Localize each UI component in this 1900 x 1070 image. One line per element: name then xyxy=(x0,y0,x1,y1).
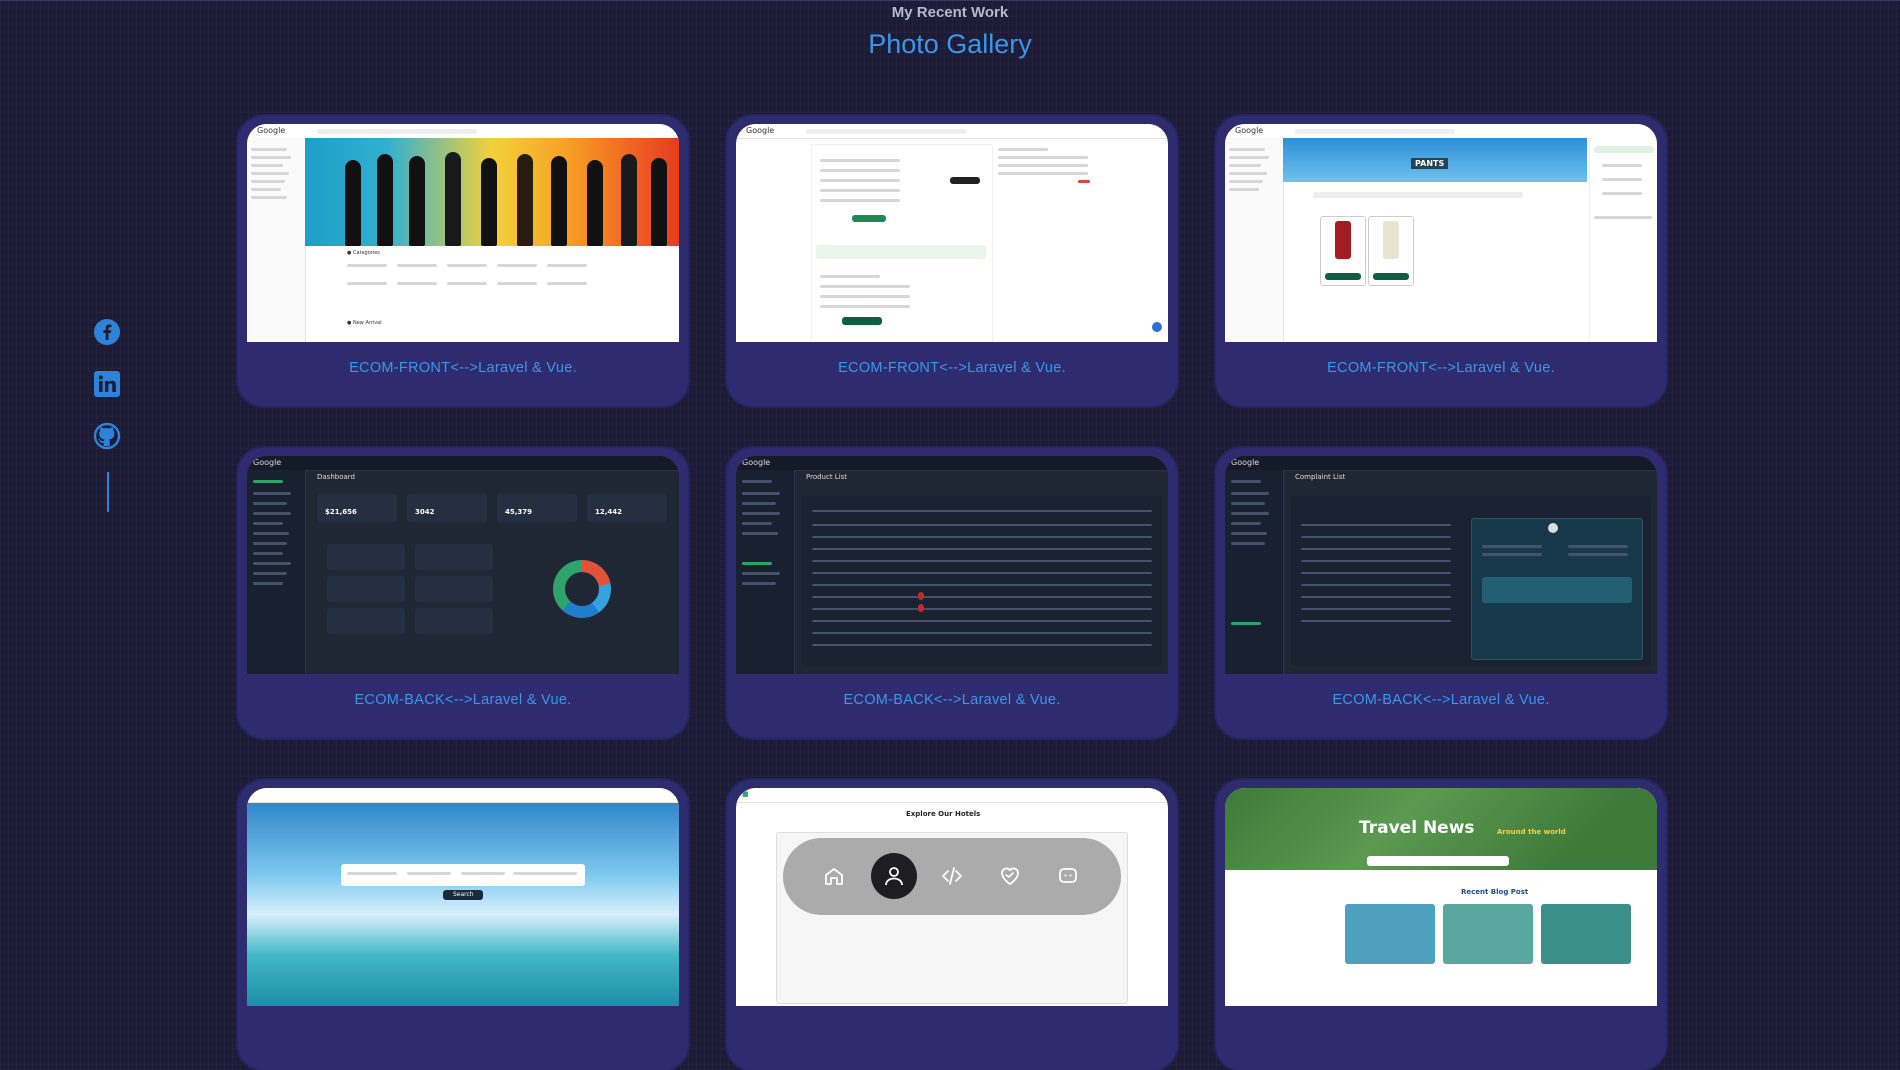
card-screenshot: Google PANTS xyxy=(1225,124,1657,342)
chat-icon[interactable] xyxy=(1045,853,1091,899)
stat-value: $21,656 xyxy=(325,508,357,516)
gallery-card[interactable]: Google PANTS ECOM-FRONT<-->Laravel & Vue… xyxy=(1216,116,1666,406)
card-caption: ECOM-FRONT<-->Laravel & Vue. xyxy=(838,360,1066,376)
card-screenshot: Google xyxy=(736,124,1168,342)
social-links xyxy=(93,318,123,512)
facebook-icon[interactable] xyxy=(93,318,121,346)
card-caption: ECOM-BACK<-->Laravel & Vue. xyxy=(843,692,1061,708)
card-screenshot: Google Dashboard $21,656 3042 45,379 12,… xyxy=(247,456,679,674)
gallery-card[interactable]: ■ Explore Our Hotels xyxy=(727,780,1177,1070)
gallery-card[interactable]: Travel News Around the world Recent Blog… xyxy=(1216,780,1666,1070)
gallery-card[interactable]: Google ● Categories ● New Arrival ECOM-F… xyxy=(238,116,688,406)
section-subtitle: My Recent Work xyxy=(891,4,1009,21)
gallery-card[interactable]: Search xyxy=(238,780,688,1070)
user-icon[interactable] xyxy=(871,853,917,899)
card-caption: ECOM-FRONT<-->Laravel & Vue. xyxy=(349,360,577,376)
card-screenshot: Google Product List xyxy=(736,456,1168,674)
complaint-list-heading: Complaint List xyxy=(1295,473,1346,481)
bottom-dock-nav xyxy=(783,838,1121,915)
dashboard-heading: Dashboard xyxy=(317,473,355,481)
travel-news-subheading: Around the world xyxy=(1497,828,1566,836)
explore-hotels-heading: Explore Our Hotels xyxy=(906,810,981,818)
pants-banner-label: PANTS xyxy=(1411,158,1449,169)
heart-handshake-icon[interactable] xyxy=(987,853,1033,899)
social-rail-line xyxy=(107,472,109,512)
search-button-label: Search xyxy=(453,891,474,898)
stat-value: 45,379 xyxy=(505,508,533,516)
stat-value: 12,442 xyxy=(595,508,623,516)
linkedin-icon[interactable] xyxy=(93,370,121,398)
card-screenshot: Search xyxy=(247,788,679,1006)
card-caption: ECOM-BACK<-->Laravel & Vue. xyxy=(354,692,572,708)
card-screenshot: Google ● Categories ● New Arrival xyxy=(247,124,679,342)
recent-blog-heading: Recent Blog Post xyxy=(1461,888,1529,896)
stat-value: 3042 xyxy=(415,508,435,516)
gallery-card[interactable]: Google Dashboard $21,656 3042 45,379 12,… xyxy=(238,448,688,738)
home-icon[interactable] xyxy=(811,853,857,899)
section-title: Photo Gallery xyxy=(868,29,1032,59)
code-icon[interactable] xyxy=(929,853,975,899)
card-screenshot: Google Complaint List xyxy=(1225,456,1657,674)
card-screenshot: Travel News Around the world Recent Blog… xyxy=(1225,788,1657,1006)
top-divider xyxy=(0,0,1900,1)
github-icon[interactable] xyxy=(93,422,121,450)
travel-news-heading: Travel News xyxy=(1359,818,1475,838)
gallery-card[interactable]: Google Complaint List ECOM-BACK<-->Larav… xyxy=(1216,448,1666,738)
product-list-heading: Product List xyxy=(806,473,848,481)
card-caption: ECOM-BACK<-->Laravel & Vue. xyxy=(1332,692,1550,708)
card-caption: ECOM-FRONT<-->Laravel & Vue. xyxy=(1327,360,1555,376)
gallery-card[interactable]: Google ECOM-FRONT<-->Laravel & Vue. xyxy=(727,116,1177,406)
gallery-card[interactable]: Google Product List ECOM-BACK<-->Laravel… xyxy=(727,448,1177,738)
